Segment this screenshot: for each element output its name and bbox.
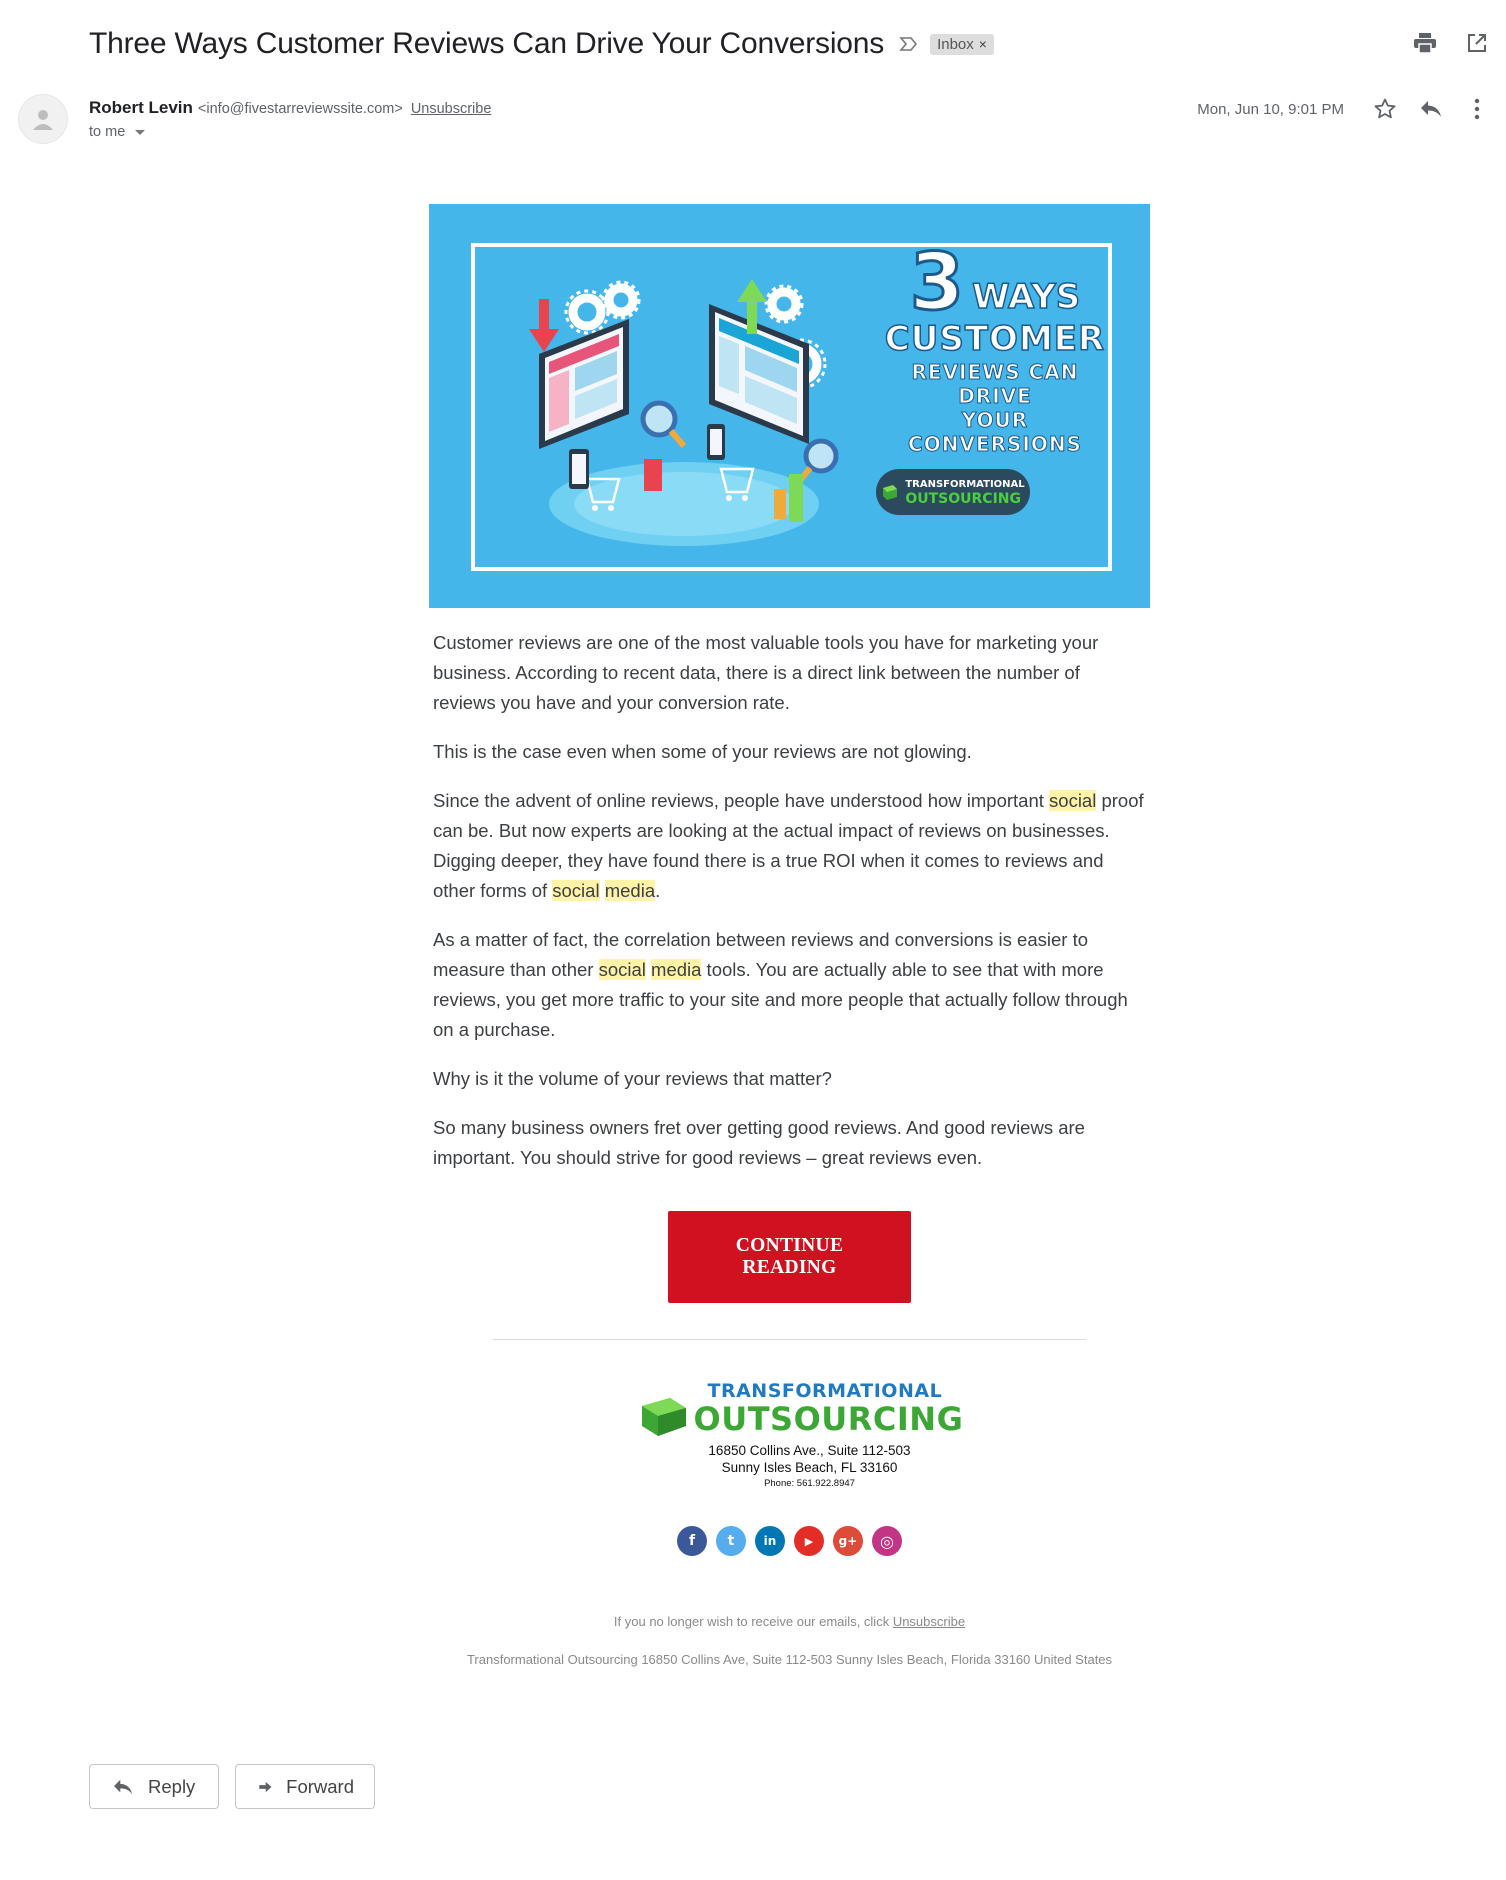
cube-logo-icon [641, 1398, 686, 1436]
postal-address: Transformational Outsourcing 16850 Colli… [466, 1652, 1113, 1667]
hero-badge-line2: OUTSOURCING [905, 491, 1021, 507]
youtube-icon[interactable]: ▶ [794, 1526, 824, 1556]
search-highlight: social [598, 959, 646, 980]
inbox-label-chip: Inbox × [930, 33, 994, 55]
email-subject: Three Ways Customer Reviews Can Drive Yo… [89, 27, 885, 60]
search-highlight: social [1049, 790, 1097, 811]
sender-info: Robert Levin <info@fivestarreviewssite.c… [89, 98, 491, 140]
star-icon[interactable] [1370, 94, 1400, 124]
body-paragraph-3: Since the advent of online reviews, peop… [429, 786, 1150, 906]
instagram-icon[interactable]: ◎ [872, 1526, 902, 1556]
hero-number: 3 [908, 238, 965, 328]
reply-forward-bar: Reply Forward [89, 1764, 375, 1809]
footer-logo[interactable]: TRANSFORMATIONAL OUTSOURCING [640, 1380, 963, 1442]
twitter-icon[interactable]: t [716, 1526, 746, 1556]
body-paragraph-2: This is the case even when some of your … [433, 741, 972, 762]
address-line2: Sunny Isles Beach, FL 33160 [721, 1460, 898, 1475]
hero-customer: CUSTOMER [884, 318, 1106, 360]
text-run [600, 880, 605, 901]
continue-reading-button[interactable]: CONTINUE READING [668, 1211, 911, 1303]
linkedin-icon[interactable]: in [755, 1526, 785, 1556]
facebook-icon[interactable]: f [677, 1526, 707, 1556]
cta-wrap: CONTINUE READING [429, 1211, 1150, 1303]
person-icon [33, 110, 53, 130]
hero-line4: YOUR CONVERSIONS [908, 408, 1082, 457]
label-arrow-icon[interactable] [898, 33, 920, 55]
text-run: Since the advent of online reviews, peop… [433, 790, 1050, 811]
hero-banner[interactable]: 3 WAYS CUSTOMER REVIEWS CAN DRIVE YOUR C… [429, 204, 1150, 608]
sender-row: Robert Levin <info@fivestarreviewssite.c… [18, 94, 1492, 154]
reply-button[interactable]: Reply [89, 1764, 219, 1809]
forward-button[interactable]: Forward [235, 1764, 375, 1809]
remove-label-icon[interactable]: × [979, 36, 987, 52]
body-paragraph-4: As a matter of fact, the correlation bet… [429, 925, 1150, 1045]
header-unsubscribe-link[interactable]: Unsubscribe [411, 101, 492, 117]
body-paragraph-5: Why is it the volume of your reviews tha… [433, 1068, 832, 1089]
to-label: to me [89, 124, 126, 140]
footer-address: 16850 Collins Ave., Suite 112-503 Sunny … [469, 1442, 1150, 1492]
more-vert-icon[interactable] [1462, 94, 1492, 124]
footer-logo-line2: OUTSOURCING [693, 1400, 964, 1438]
open-in-new-icon[interactable] [1462, 28, 1492, 58]
print-icon[interactable] [1410, 28, 1440, 58]
footer-unsubscribe-line: If you no longer wish to receive our ema… [429, 1614, 1150, 1629]
hero-ways: WAYS [971, 277, 1081, 317]
avatar[interactable] [18, 94, 68, 144]
search-highlight: media [604, 880, 656, 901]
google-plus-icon[interactable]: g+ [833, 1526, 863, 1556]
subject-bar: Three Ways Customer Reviews Can Drive Yo… [89, 24, 1486, 64]
footer-logo-line1: TRANSFORMATIONAL [707, 1380, 943, 1402]
phone-number: Phone: 561.922.8947 [764, 1478, 855, 1489]
text-run: . [655, 880, 661, 901]
email-content: 3 WAYS CUSTOMER REVIEWS CAN DRIVE YOUR C… [429, 204, 1150, 1671]
social-links: f t in ▶ g+ ◎ [429, 1526, 1150, 1556]
search-highlight: media [651, 959, 702, 980]
search-highlight: social [552, 880, 600, 901]
reply-label: Reply [148, 1775, 196, 1797]
body-paragraph-6: So many business owners fret over gettin… [433, 1117, 1085, 1168]
hero-title: 3 WAYS CUSTOMER REVIEWS CAN DRIVE YOUR C… [880, 238, 1110, 457]
message-meta: Mon, Jun 10, 9:01 PM [1197, 94, 1492, 124]
message-date: Mon, Jun 10, 9:01 PM [1197, 100, 1344, 118]
footer-unsubscribe-link[interactable]: Unsubscribe [893, 1614, 965, 1629]
address-line1: 16850 Collins Ave., Suite 112-503 [708, 1443, 911, 1458]
forward-icon [259, 1781, 272, 1792]
body-paragraph-1: Customer reviews are one of the most val… [433, 632, 1099, 713]
unsubscribe-text: If you no longer wish to receive our ema… [613, 1614, 893, 1629]
thread-actions [1410, 28, 1492, 58]
reply-icon [114, 1779, 132, 1794]
hero-logo-badge: TRANSFORMATIONAL OUTSOURCING [876, 469, 1030, 515]
analytics-illustration [529, 279, 839, 546]
hero-line3: REVIEWS CAN DRIVE [911, 360, 1079, 409]
chevron-down-icon [135, 129, 146, 135]
inbox-label-text: Inbox [937, 35, 974, 53]
cube-logo-icon [883, 485, 898, 500]
sender-email: <info@fivestarreviewssite.com> [197, 101, 403, 117]
forward-label: Forward [286, 1775, 354, 1797]
recipients-toggle[interactable]: to me [89, 124, 491, 140]
reply-icon[interactable] [1416, 94, 1446, 124]
hero-badge-line1: TRANSFORMATIONAL [905, 479, 1025, 490]
divider [493, 1339, 1086, 1340]
sender-name[interactable]: Robert Levin [89, 98, 193, 118]
